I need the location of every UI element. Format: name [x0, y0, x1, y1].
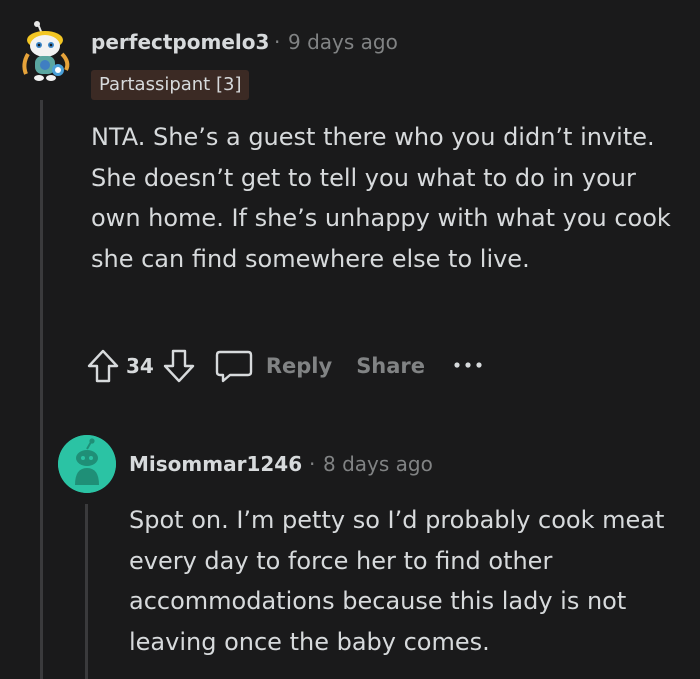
comment-author[interactable]: perfectpomelo3 — [91, 30, 269, 54]
upvote-icon[interactable] — [86, 348, 120, 384]
share-button[interactable]: Share — [356, 354, 425, 378]
thread-line[interactable] — [85, 504, 88, 679]
comment-author[interactable]: Misommar1246 — [129, 452, 302, 476]
reply-button[interactable]: Reply — [266, 354, 332, 378]
reply-speech-bubble-icon[interactable] — [214, 348, 254, 384]
comment-body: Spot on. I’m petty so I’d probably cook … — [129, 506, 665, 656]
thread-line[interactable] — [40, 100, 43, 679]
user-avatar-icon[interactable] — [14, 20, 76, 82]
comment-timestamp[interactable]: 9 days ago — [288, 30, 398, 54]
vote-count: 34 — [126, 354, 154, 378]
user-flair-badge: Partassipant [3] — [91, 70, 250, 100]
downvote-icon[interactable] — [162, 348, 196, 384]
comment-body: NTA. She’s a guest there who you didn’t … — [91, 123, 671, 273]
meta-separator: · — [274, 30, 281, 54]
more-options-icon[interactable] — [453, 361, 485, 371]
default-avatar-icon[interactable] — [58, 435, 116, 493]
comment-timestamp[interactable]: 8 days ago — [323, 452, 433, 476]
comment-actions: 34 Reply Share — [86, 346, 485, 386]
meta-separator: · — [309, 452, 316, 476]
